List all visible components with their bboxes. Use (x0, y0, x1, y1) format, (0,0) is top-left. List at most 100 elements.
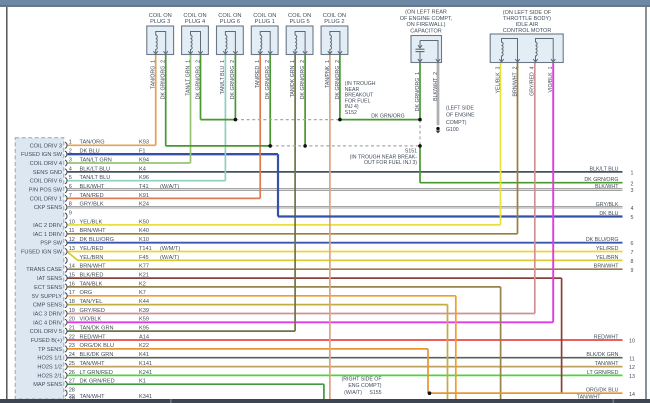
svg-text:TAN/DK GRN: TAN/DK GRN (80, 326, 114, 332)
svg-text:DK GRN/ORG: DK GRN/ORG (371, 113, 404, 119)
svg-text:TAN/RED 1: TAN/RED 1 (255, 60, 261, 88)
svg-text:K77: K77 (139, 264, 149, 270)
svg-text:K341: K341 (139, 394, 152, 400)
svg-text:TP SENS: TP SENS (38, 347, 62, 353)
svg-text:IAC 4 DRIV: IAC 4 DRIV (33, 320, 62, 326)
svg-text:OF ENGINE COMPT,: OF ENGINE COMPT, (400, 16, 453, 22)
svg-text:RED/WHT: RED/WHT (594, 335, 619, 341)
svg-text:TAN/LT GRN: TAN/LT GRN (80, 157, 112, 163)
svg-text:BLK/WHT 2: BLK/WHT 2 (433, 72, 439, 101)
svg-text:DK GRN/ORG: DK GRN/ORG (584, 177, 618, 183)
svg-text:K21: K21 (139, 272, 149, 278)
svg-text:GRY/BLK: GRY/BLK (596, 202, 619, 208)
svg-text:(W/A/T): (W/A/T) (160, 255, 179, 261)
svg-text:K40: K40 (139, 228, 149, 234)
svg-text:BRN/WHT 2: BRN/WHT 2 (512, 66, 518, 96)
svg-text:DK GRN/ORG 2: DK GRN/ORG 2 (161, 60, 167, 99)
svg-text:25: 25 (69, 361, 75, 367)
svg-text:HO2S 2/1: HO2S 2/1 (37, 373, 62, 379)
svg-text:DK GRN/ORG 2: DK GRN/ORG 2 (335, 60, 341, 99)
svg-text:CKP SENS: CKP SENS (34, 205, 62, 211)
svg-text:COIL ON: COIL ON (183, 13, 206, 19)
svg-text:BLK/LT BLU: BLK/LT BLU (590, 166, 619, 172)
svg-text:COIL DRIV 6: COIL DRIV 6 (30, 179, 62, 185)
svg-text:TRANS CASE: TRANS CASE (26, 267, 62, 273)
svg-text:G100: G100 (446, 127, 459, 133)
svg-text:9: 9 (631, 268, 634, 274)
svg-text:4: 4 (69, 166, 72, 172)
svg-text:BRN/WHT: BRN/WHT (80, 228, 107, 234)
svg-text:K96: K96 (139, 175, 149, 181)
svg-text:1: 1 (69, 140, 72, 146)
svg-text:(W/M/T): (W/M/T) (160, 246, 180, 252)
svg-text:14: 14 (629, 392, 635, 398)
svg-text:11: 11 (629, 356, 635, 362)
svg-text:TAN/LT BLU 1: TAN/LT BLU 1 (220, 60, 226, 94)
svg-text:28: 28 (69, 388, 75, 394)
svg-text:ORG/DK BLU: ORG/DK BLU (586, 388, 619, 394)
svg-text:RED/WHT: RED/WHT (80, 334, 107, 340)
svg-text:24: 24 (69, 352, 75, 358)
svg-text:DK GRN/ORG 2: DK GRN/ORG 2 (265, 60, 271, 99)
svg-text:FUSED B(+): FUSED B(+) (31, 338, 62, 344)
svg-text:YEL/RED: YEL/RED (596, 246, 619, 252)
svg-text:MAP SENS: MAP SENS (33, 382, 62, 388)
svg-text:OF ENGINE: OF ENGINE (446, 113, 475, 119)
svg-text:1: 1 (631, 171, 634, 177)
svg-text:IAT SENS: IAT SENS (37, 276, 62, 282)
svg-text:DK GRN/ORG 2: DK GRN/ORG 2 (195, 60, 201, 99)
svg-text:HO2S 1/2: HO2S 1/2 (37, 365, 62, 371)
svg-text:5: 5 (631, 215, 634, 221)
svg-text:IAC 3 DRIV: IAC 3 DRIV (33, 312, 62, 318)
svg-text:22: 22 (69, 334, 75, 340)
svg-text:K2: K2 (139, 281, 146, 287)
svg-text:10: 10 (629, 339, 635, 345)
svg-text:26: 26 (69, 370, 75, 376)
svg-text:CMP SENS: CMP SENS (33, 303, 62, 309)
svg-text:2: 2 (631, 181, 634, 187)
svg-text:K39: K39 (139, 308, 149, 314)
svg-text:2: 2 (69, 149, 72, 155)
svg-text:IAC 2 DRIV: IAC 2 DRIV (33, 223, 62, 229)
svg-text:K10: K10 (139, 237, 149, 243)
svg-text:LT GRN/RED: LT GRN/RED (80, 370, 113, 376)
svg-text:COIL ON: COIL ON (218, 13, 241, 19)
svg-text:T41: T41 (139, 184, 149, 190)
svg-text:13: 13 (629, 374, 635, 380)
svg-text:DK BLU/ORG: DK BLU/ORG (586, 237, 619, 243)
svg-text:16: 16 (69, 281, 75, 287)
svg-text:DK BLU: DK BLU (80, 149, 100, 155)
svg-text:COMPT): COMPT) (446, 120, 467, 126)
svg-text:ORG: ORG (80, 290, 93, 296)
svg-text:12: 12 (69, 237, 75, 243)
svg-text:DK BLU/ORG: DK BLU/ORG (80, 237, 115, 243)
svg-text:PLUG 2: PLUG 2 (324, 19, 344, 25)
svg-text:GRY/RED: GRY/RED (80, 308, 105, 314)
svg-text:BLK/DK GRN: BLK/DK GRN (80, 352, 114, 358)
svg-text:IDLE AIR: IDLE AIR (516, 22, 539, 28)
svg-text:TAN/ORG 1: TAN/ORG 1 (151, 60, 157, 89)
svg-text:K93: K93 (139, 140, 149, 146)
svg-text:HO2S 1/1: HO2S 1/1 (37, 356, 62, 362)
svg-text:(ON LEFT REAR: (ON LEFT REAR (405, 10, 447, 16)
svg-text:LT GRN/RED: LT GRN/RED (587, 370, 619, 376)
svg-text:3: 3 (69, 157, 72, 163)
svg-text:K241: K241 (139, 370, 152, 376)
svg-text:(ON LEFT SIDE OF: (ON LEFT SIDE OF (503, 10, 552, 16)
svg-text:TAN/PNK 1: TAN/PNK 1 (325, 60, 331, 88)
svg-text:8: 8 (631, 259, 634, 265)
svg-text:DK GRN/RED: DK GRN/RED (80, 379, 115, 385)
svg-text:VIO/BLK: VIO/BLK (80, 317, 102, 323)
svg-text:BLK/DK GRN: BLK/DK GRN (586, 352, 618, 358)
svg-text:ECT SENS: ECT SENS (34, 285, 62, 291)
svg-text:COIL ON: COIL ON (149, 13, 172, 19)
svg-text:20: 20 (69, 317, 75, 323)
svg-text:K91: K91 (139, 193, 149, 199)
svg-text:7: 7 (631, 250, 634, 256)
svg-text:PLUG 1: PLUG 1 (255, 19, 275, 25)
svg-text:11: 11 (69, 228, 75, 234)
svg-text:BLK/LT BLU: BLK/LT BLU (80, 166, 111, 172)
svg-text:(RIGHT SIDE OF: (RIGHT SIDE OF (342, 376, 382, 382)
svg-text:OUT FOR FUEL INJ 3): OUT FOR FUEL INJ 3) (364, 160, 417, 166)
svg-text:K94: K94 (139, 157, 149, 163)
